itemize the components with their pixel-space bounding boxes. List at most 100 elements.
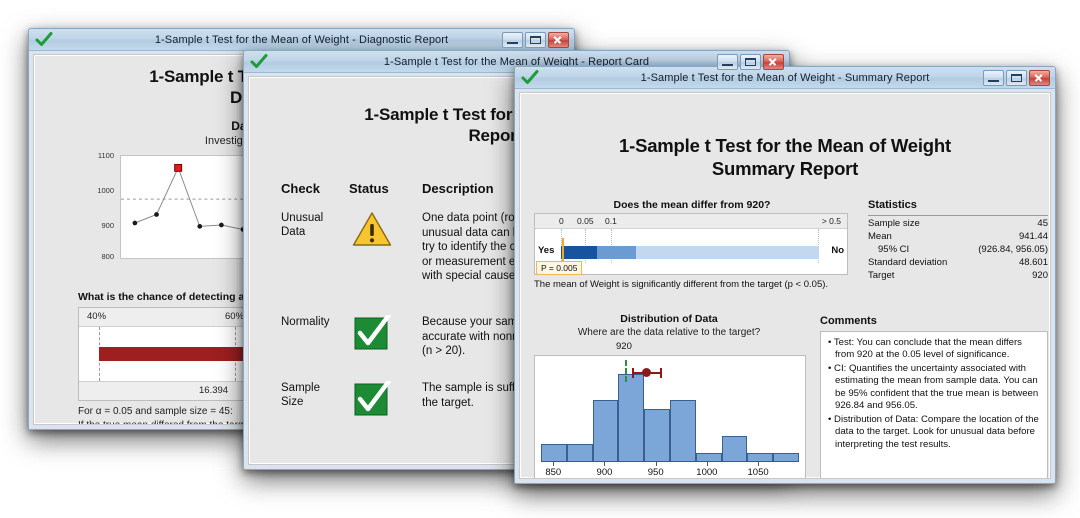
column-header-status: Status [349,181,389,196]
histogram-target-line [624,360,627,382]
stat-label: Sample size [868,218,920,229]
status-check-icon [35,31,53,49]
status-check-icon [250,53,268,71]
row-check-label: Unusual Data [281,212,324,239]
gauge-marginal-region [597,246,636,259]
ci-lower-cap [631,368,634,378]
maximize-button[interactable] [525,31,546,48]
gauge-tick-01: 0.1 [605,216,617,226]
row-check-label: Normality [281,316,330,328]
window-title-diagnostic: 1-Sample t Test for the Mean of Weight -… [154,33,449,46]
status-check-icon [521,69,539,87]
stat-value: 48.601 [1018,257,1048,268]
statistics-row: Mean 941.44 [868,231,1048,244]
histogram-x-tick-label: 1000 [696,467,718,478]
gauge-label-yes: Yes [538,245,555,256]
histogram-x-tick-label: 850 [545,467,562,478]
comments-title: Comments [820,315,877,327]
histogram-x-tick-label: 950 [647,467,664,478]
comment-item: • Test: You can conclude that the mean d… [828,337,1022,361]
stat-value: (926.84, 956.05) [978,244,1048,255]
minimize-button[interactable] [717,53,738,70]
gauge-tick-gt05: > 0.5 [821,216,841,226]
histogram-bar [670,400,696,462]
y-tick-900: 900 [101,221,114,230]
gauge-axis-header: 0 0.05 0.1 > 0.5 [535,214,847,229]
summary-report-body: 1-Sample t Test for the Mean of Weight S… [519,92,1051,479]
chart-distribution-of-data: 850 900 950 1000 1050 [534,355,806,478]
stat-value: 45 [1037,218,1048,229]
statistics-title: Statistics [868,199,917,211]
minimize-button[interactable] [983,69,1004,86]
stat-label: 95% CI [878,244,910,255]
desktop-background: 1-Sample t Test for the Mean of Weight -… [0,0,1080,518]
window-controls-diagnostic [502,31,571,48]
statistics-row: 95% CI (926.84, 956.05) [868,244,1048,257]
comment-item: • Distribution of Data: Compare the loca… [828,413,1039,450]
stat-label: Target [868,270,895,281]
y-tick-1100: 1100 [97,151,114,160]
heading-line-1: 1-Sample t Test for the Mean of Weight [619,135,951,156]
statistics-table: Sample size 45 Mean 941.44 95% CI (926.84, … [868,215,1048,283]
histogram-x-tick [758,462,760,466]
stat-label: Standard deviation [868,257,948,268]
gauge-tick-005: 0.05 [577,216,594,226]
check-icon [352,381,394,417]
histogram-bar [566,444,593,462]
warning-icon [352,211,394,247]
y-tick-1000: 1000 [97,186,114,195]
window-title-summary: 1-Sample t Test for the Mean of Weight -… [640,71,930,84]
histogram-bar [644,409,670,462]
maximize-button[interactable] [1006,69,1027,86]
close-button[interactable] [548,31,569,48]
window-controls-report-card [717,53,786,70]
gauge-track [561,246,819,259]
histogram-bar [618,374,645,462]
titlebar-summary[interactable]: 1-Sample t Test for the Mean of Weight -… [515,67,1055,89]
titlebar-diagnostic[interactable]: 1-Sample t Test for the Mean of Weight -… [29,29,574,51]
ci-upper-cap [659,368,662,378]
stat-value: 941.44 [1018,231,1048,242]
histogram-bar [721,435,748,462]
histogram-bar [541,444,567,462]
gauge-footer-text: The mean of Weight is significantly diff… [534,279,829,290]
power-tick-40: 40% [87,311,107,322]
comments-panel: • Test: You can conclude that the mean d… [820,331,1048,478]
histogram-x-tick [553,462,555,466]
statistics-row: Target 920 [868,270,1048,283]
close-button[interactable] [763,53,784,70]
close-button[interactable] [1029,69,1050,86]
histogram-subtitle: Where are the data relative to the targe… [577,327,761,338]
power-tick-60: 60% [225,311,245,322]
heading-line-2: Summary Report [711,157,859,179]
check-icon [352,315,394,351]
column-header-description: Description [422,181,494,196]
gauge-label-no: No [831,245,844,256]
histogram-plot-area [541,362,799,462]
y-tick-800: 800 [101,252,114,261]
histogram-title: Distribution of Data [620,313,718,325]
row-check-label: Sample Size [281,382,320,409]
maximize-button[interactable] [740,53,761,70]
histogram-x-tick-label: 900 [596,467,613,478]
histogram-x-tick [655,462,657,466]
minimize-button[interactable] [502,31,523,48]
window-summary-report[interactable]: 1-Sample t Test for the Mean of Weight -… [514,66,1056,484]
difference-tick-1: 16.394 [199,385,229,396]
pvalue-badge: P = 0.005 [536,261,583,275]
histogram-target-label: 920 [616,341,632,352]
histogram-x-tick [706,462,708,466]
histogram-x-tick [604,462,606,466]
comment-item: • CI: Quantifies the uncertainty associa… [828,362,1039,412]
gauge-tick-0: 0 [559,216,564,226]
statistics-row: Standard deviation 48.601 [868,257,1048,270]
summary-report-heading: 1-Sample t Test for the Mean of Weight S… [520,135,1050,180]
histogram-x-axis [541,461,799,462]
gauge-significant-region [561,246,598,259]
stat-label: Mean [868,231,892,242]
window-controls-summary [983,69,1052,86]
histogram-x-tick-label: 1050 [747,467,769,478]
statistics-row: Sample size 45 [868,218,1048,231]
column-header-check: Check [281,181,321,196]
stat-value: 920 [1032,270,1048,281]
